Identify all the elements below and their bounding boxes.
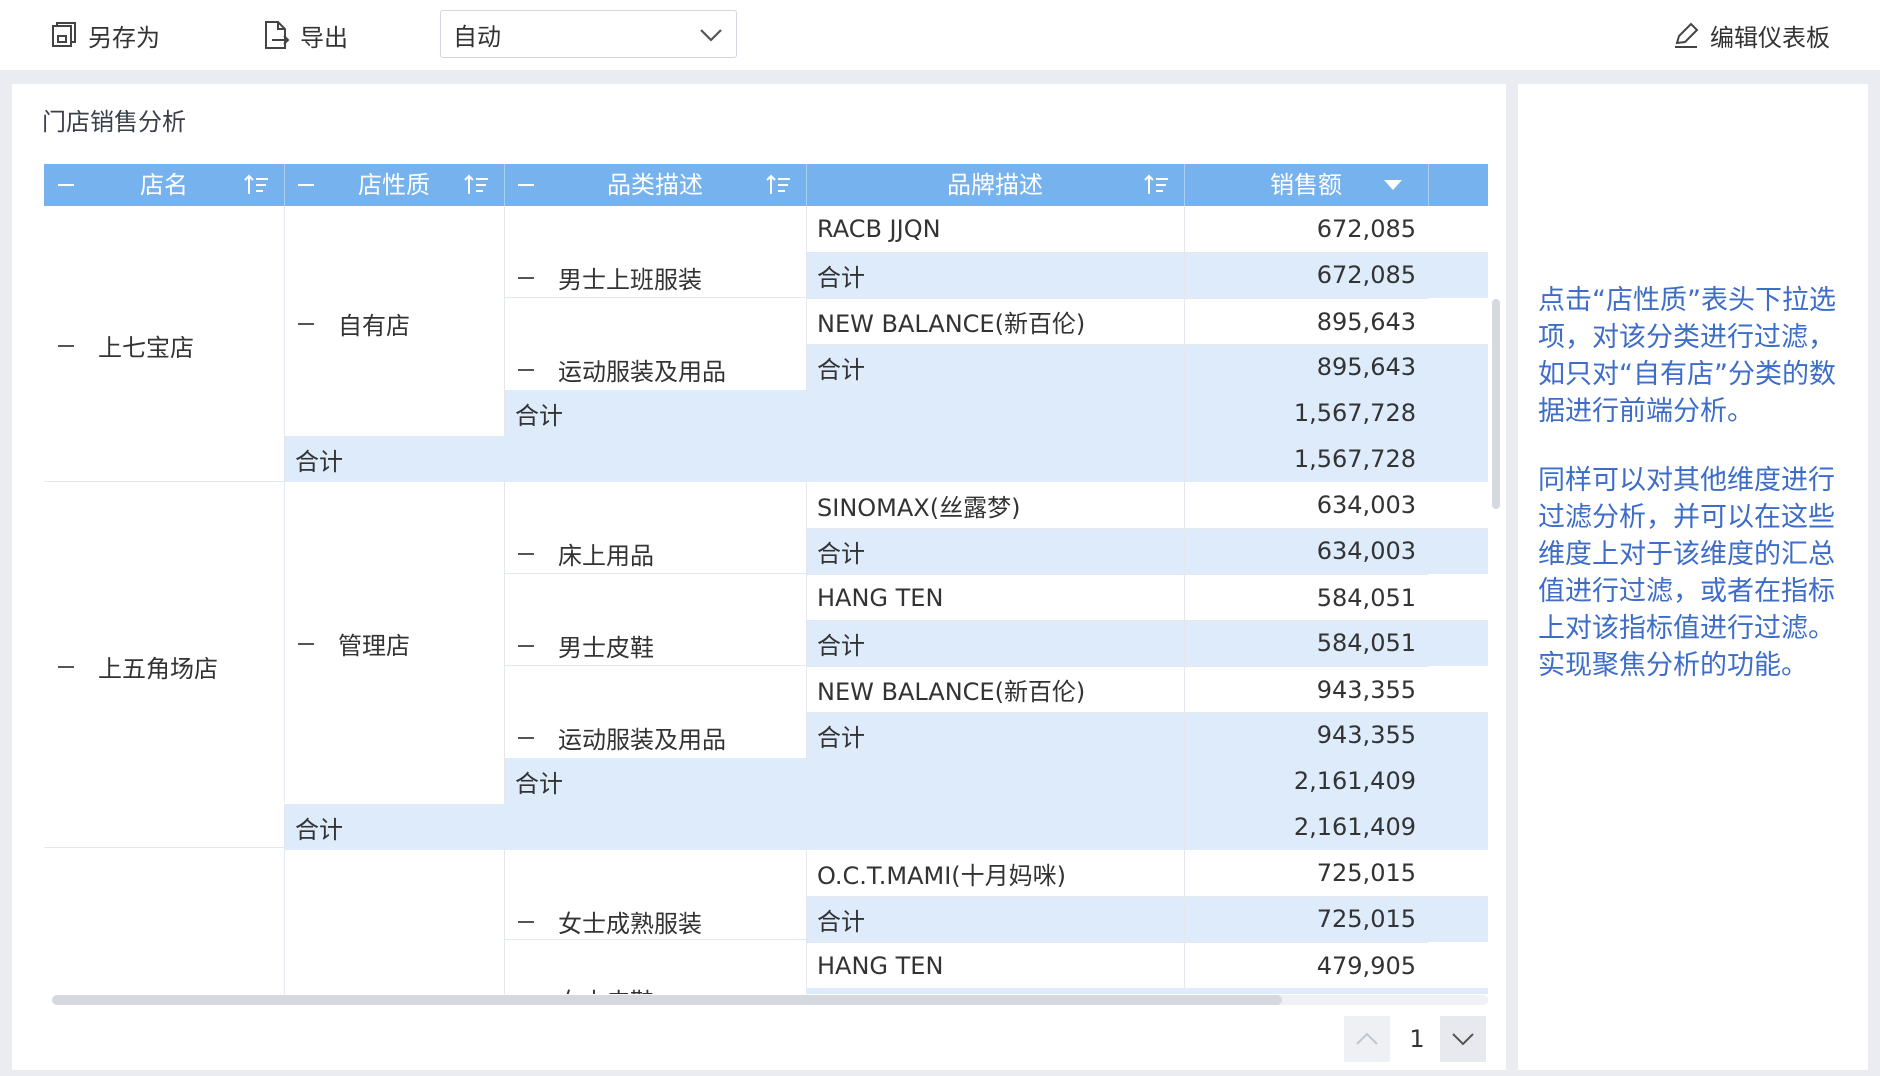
store-nature: 管理店: [338, 632, 410, 660]
nature-group: 管理店: [298, 626, 410, 661]
subtotal-row-partial: [806, 988, 1488, 994]
sales-value: 584,051: [1184, 620, 1428, 666]
brand-cell: RACB JJQN: [806, 206, 1184, 252]
collapse-icon[interactable]: [298, 322, 314, 325]
sales-value: 1,567,728: [1184, 436, 1428, 482]
category-cell: [504, 298, 806, 390]
category-cell: [504, 848, 806, 940]
brand-cell: NEW BALANCE(新百伦): [806, 298, 1184, 344]
sales-value: 634,003: [1184, 528, 1428, 574]
category-cell: [504, 482, 806, 574]
header-store[interactable]: 店名: [44, 164, 284, 206]
store-group: 上七宝店: [58, 328, 194, 363]
sales-value: 725,015: [1184, 896, 1428, 942]
sort-icon[interactable]: [1144, 173, 1170, 197]
sort-icon[interactable]: [244, 173, 270, 197]
mode-select-value: 自动: [453, 22, 501, 51]
brand-cell: O.C.T.MAMI(十月妈咪): [806, 850, 1184, 896]
category-cell: [504, 666, 806, 758]
header-category-label: 品类描述: [607, 171, 703, 199]
nature-cell: [284, 848, 504, 994]
mode-select[interactable]: 自动: [440, 10, 737, 58]
store-name: 上五角场店: [98, 655, 218, 683]
brand-cell: HANG TEN: [806, 574, 1184, 620]
export-icon: [265, 21, 290, 49]
header-store-nature[interactable]: 店性质: [284, 164, 504, 206]
dropdown-icon[interactable]: [1384, 180, 1402, 190]
nature-group: 自有店: [298, 306, 410, 341]
category-cell: [504, 574, 806, 666]
save-as-label: 另存为: [88, 23, 160, 52]
sales-value: 943,355: [1184, 666, 1428, 712]
sort-icon[interactable]: [464, 173, 490, 197]
header-sales[interactable]: 销售额: [1184, 164, 1428, 206]
collapse-icon[interactable]: [58, 665, 74, 668]
chevron-down-icon: [1452, 1033, 1474, 1046]
vertical-scrollbar[interactable]: [1492, 299, 1500, 509]
store-name: 上七宝店: [98, 334, 194, 362]
collapse-icon[interactable]: [298, 642, 314, 645]
chevron-down-icon: [700, 29, 722, 42]
sales-value: 2,161,409: [1184, 758, 1428, 804]
sales-value: 584,051: [1184, 574, 1428, 620]
card-title: 门店销售分析: [42, 108, 186, 136]
sales-value: 634,003: [1184, 482, 1428, 528]
save-icon: [52, 22, 76, 47]
save-as-button[interactable]: 另存为: [50, 14, 160, 56]
sales-value: 1,567,728: [1184, 390, 1428, 436]
header-category[interactable]: 品类描述: [504, 164, 806, 206]
sales-analysis-card: 门店销售分析 店名 店性质 品类描述 品牌描述 销售额 上七宝店 上五角场店 自…: [12, 84, 1506, 1070]
export-label: 导出: [300, 23, 348, 52]
sales-value: 895,643: [1184, 344, 1428, 390]
category-cell: [504, 206, 806, 298]
page-down-button[interactable]: [1440, 1016, 1486, 1062]
edit-dashboard-button[interactable]: 编辑仪表板: [1672, 14, 1830, 56]
header-brand[interactable]: 品牌描述: [806, 164, 1184, 206]
brand-cell: SINOMAX(丝露梦): [806, 482, 1184, 528]
horizontal-scrollbar[interactable]: [52, 995, 1282, 1005]
store-group: 上五角场店: [58, 649, 218, 684]
sales-value: 2,161,409: [1184, 804, 1428, 850]
sales-value: 943,355: [1184, 712, 1428, 758]
edit-dashboard-label: 编辑仪表板: [1710, 23, 1830, 52]
header-divider: [1428, 164, 1429, 206]
category-cell: [504, 940, 806, 994]
edit-icon: [1675, 22, 1699, 48]
page-number: 1: [1409, 1025, 1425, 1053]
sales-value: 672,085: [1184, 252, 1428, 298]
page-up-button[interactable]: [1344, 1016, 1390, 1062]
collapse-icon[interactable]: [58, 344, 74, 347]
description-text-2: 同样可以对其他维度进行过滤分析，并可以在这些维度上对于该维度的汇总值进行过滤，或…: [1538, 465, 1835, 681]
chevron-up-icon: [1356, 1032, 1378, 1045]
pivot-table: 店名 店性质 品类描述 品牌描述 销售额 上七宝店 上五角场店 自有店 管理店 …: [44, 164, 1488, 994]
store-nature: 自有店: [338, 312, 410, 340]
sort-icon[interactable]: [766, 173, 792, 197]
export-button[interactable]: 导出: [262, 14, 348, 56]
brand-cell: NEW BALANCE(新百伦): [806, 666, 1184, 712]
sales-value: 479,905: [1184, 942, 1428, 988]
brand-cell: HANG TEN: [806, 942, 1184, 988]
header-brand-label: 品牌描述: [947, 171, 1043, 199]
description-text-1: 点击“店性质”表头下拉选项，对该分类进行过滤，如只对“自有店”分类的数据进行前端…: [1538, 285, 1836, 427]
toolbar: 另存为 导出 自动 编辑仪表板: [0, 0, 1880, 70]
sales-value: 672,085: [1184, 206, 1428, 252]
description-panel: 点击“店性质”表头下拉选项，对该分类进行过滤，如只对“自有店”分类的数据进行前端…: [1518, 84, 1868, 1070]
sales-value: 725,015: [1184, 850, 1428, 896]
sales-value: 895,643: [1184, 298, 1428, 344]
